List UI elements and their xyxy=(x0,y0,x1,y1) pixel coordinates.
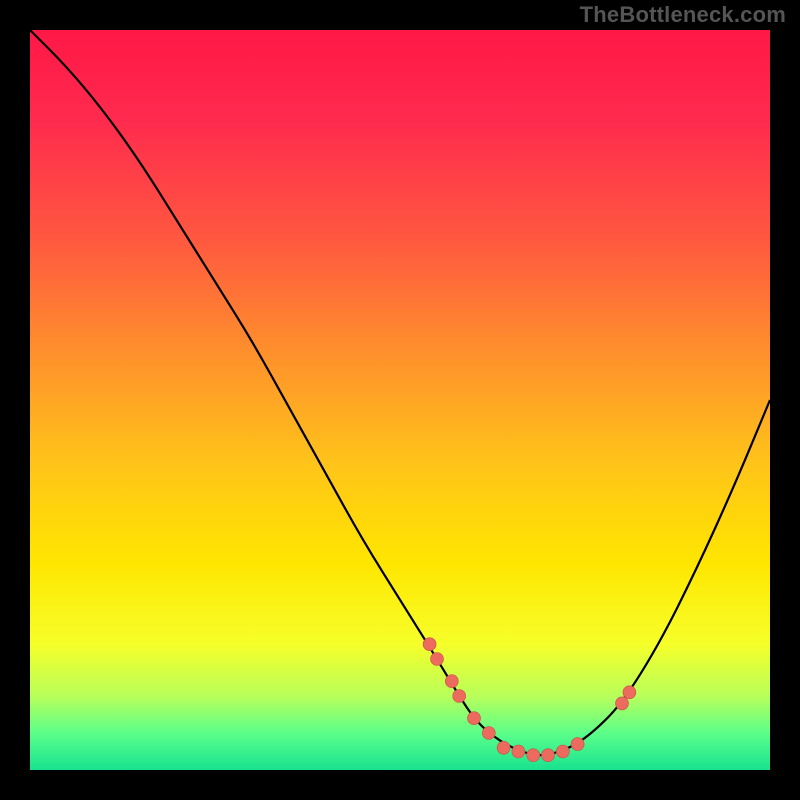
chart-marker xyxy=(571,738,584,751)
watermark-text: TheBottleneck.com xyxy=(580,2,786,28)
chart-marker xyxy=(527,749,540,762)
chart-marker xyxy=(512,745,525,758)
bottleneck-curve-line xyxy=(30,30,770,755)
chart-marker xyxy=(453,690,466,703)
chart-marker xyxy=(616,697,629,710)
chart-marker xyxy=(556,745,569,758)
chart-marker xyxy=(623,686,636,699)
chart-svg xyxy=(30,30,770,770)
chart-plot-area xyxy=(30,30,770,770)
chart-marker xyxy=(468,712,481,725)
chart-marker xyxy=(482,727,495,740)
highlighted-points-group xyxy=(423,638,636,762)
chart-marker xyxy=(542,749,555,762)
chart-frame: TheBottleneck.com xyxy=(0,0,800,800)
chart-marker xyxy=(445,675,458,688)
chart-marker xyxy=(497,741,510,754)
chart-marker xyxy=(431,653,444,666)
chart-marker xyxy=(423,638,436,651)
